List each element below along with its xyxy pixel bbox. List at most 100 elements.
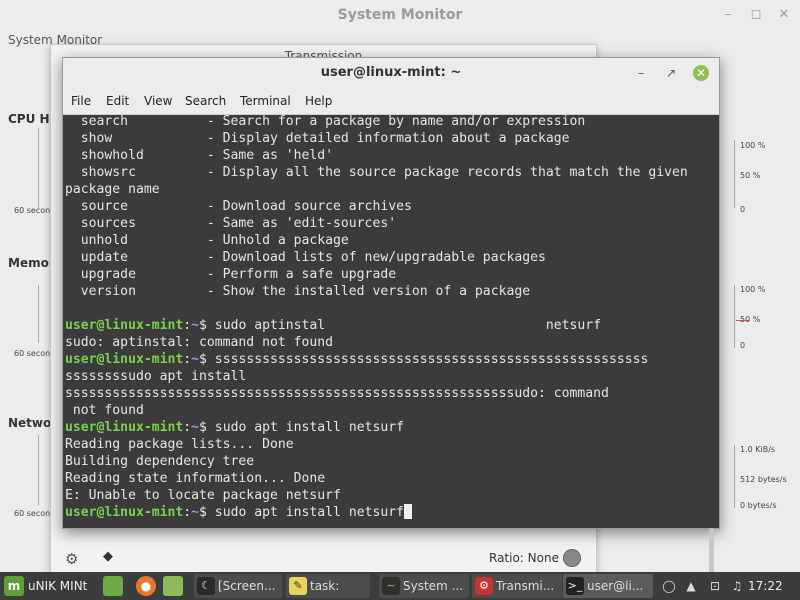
menu-view[interactable]: View xyxy=(144,94,172,108)
close-icon[interactable]: ✕ xyxy=(776,7,792,23)
output-text: update - Download lists of new/upgradabl… xyxy=(65,250,546,265)
output-text: not found xyxy=(65,403,144,418)
memory-graph-right xyxy=(722,285,735,348)
prompt-path: ~ xyxy=(191,505,200,520)
taskbar-item-terminal-label: user@li... xyxy=(587,579,644,593)
menu-terminal[interactable]: Terminal xyxy=(240,94,291,108)
terminal-line: unhold - Unhold a package xyxy=(65,232,349,249)
cpu-graph-right xyxy=(722,140,735,208)
taskbar-item-transmission[interactable]: ⚙ Transmi... xyxy=(472,574,562,598)
ratio-label: Ratio: None xyxy=(489,551,559,565)
network-icon[interactable]: ⊡ xyxy=(706,577,724,595)
terminal-window: user@linux-mint: ~ – ↗ ✕ File Edit View … xyxy=(62,57,720,580)
volume-icon[interactable]: ♫ xyxy=(728,577,746,595)
output-text: Reading state information... Done xyxy=(65,471,326,486)
prompt-separator: : xyxy=(183,352,192,367)
command-text: sudo apt install netsurf xyxy=(206,505,404,520)
mint-logo-icon: m xyxy=(4,576,24,596)
output-text: sudo: aptinstal: command not found xyxy=(65,335,334,350)
taskbar-item-terminal[interactable]: >_ user@li... xyxy=(563,574,653,598)
clock[interactable]: 17:22 xyxy=(748,572,783,600)
terminal-line: showsrc - Display all the source package… xyxy=(65,164,688,181)
output-text: ssssssssudo apt install xyxy=(65,369,247,384)
terminal-line: E: Unable to locate package netsurf xyxy=(65,487,341,504)
terminal-line: showhold - Same as 'held' xyxy=(65,147,333,164)
terminal-line: ssssssssudo apt install xyxy=(65,368,246,385)
menu-file[interactable]: File xyxy=(71,94,91,108)
output-text: showsrc - Display all the source package… xyxy=(65,165,688,180)
output-text: search - Search for a package by name an… xyxy=(65,115,586,129)
prompt-user: user@linux-mint xyxy=(65,318,184,333)
output-text: showhold - Same as 'held' xyxy=(65,148,334,163)
taskbar-item-transmission-label: Transmi... xyxy=(496,579,555,593)
prompt-dollar: $ xyxy=(199,420,207,435)
taskbar-item-system-monitor[interactable]: ∼ System ... xyxy=(379,574,469,598)
terminal-line: sources - Same as 'edit-sources' xyxy=(65,215,396,232)
prompt-dollar: $ xyxy=(199,505,207,520)
screenshot-icon: ☾ xyxy=(197,577,215,595)
terminal-line: sudo: aptinstal: command not found xyxy=(65,334,333,351)
terminal-line: package name xyxy=(65,181,160,198)
command-text: ssssssssssssssssssssssssssssssssssssssss… xyxy=(206,352,649,367)
prompt-user: user@linux-mint xyxy=(65,505,184,520)
preferences-gear-icon[interactable]: ⚙ xyxy=(65,550,78,568)
terminal-restore-icon[interactable]: ↗ xyxy=(663,65,679,81)
network-graph xyxy=(38,435,47,505)
prompt-separator: : xyxy=(183,420,192,435)
terminal-output[interactable]: search - Search for a package by name an… xyxy=(63,115,711,526)
cpu-graph xyxy=(38,128,47,208)
turtle-speed-icon[interactable]: ◆ xyxy=(103,549,113,564)
terminal-line: search - Search for a package by name an… xyxy=(65,115,586,130)
terminal-prompt-line: user@linux-mint:~$ sudo apt install nets… xyxy=(65,419,404,436)
network-scale-max: 1.0 KiB/s xyxy=(740,445,776,454)
transmission-statusbar: ⚙ ◆ Ratio: None xyxy=(51,543,596,573)
prompt-user: user@linux-mint xyxy=(65,352,184,367)
firefox-icon[interactable]: ● xyxy=(136,576,156,596)
prompt-separator: : xyxy=(183,505,192,520)
update-manager-icon[interactable]: ▲ xyxy=(682,577,700,595)
menu-search[interactable]: Search xyxy=(185,94,226,108)
taskbar-item-screenshot[interactable]: ☾ [Screen... xyxy=(194,574,282,598)
terminal-minimize-icon[interactable]: – xyxy=(633,65,649,81)
output-text: show - Display detailed information abou… xyxy=(65,131,570,146)
memory-time-label: 60 secon xyxy=(14,349,51,358)
command-text: sudo apt install netsurf xyxy=(206,420,404,435)
menu-edit[interactable]: Edit xyxy=(106,94,129,108)
network-scale-min: 0 bytes/s xyxy=(740,501,777,510)
prompt-user: user@linux-mint xyxy=(65,420,184,435)
terminal-titlebar[interactable]: user@linux-mint: ~ xyxy=(63,58,719,88)
output-text: E: Unable to locate package netsurf xyxy=(65,488,341,503)
terminal-line: Reading package lists... Done xyxy=(65,436,294,453)
system-monitor-title: System Monitor xyxy=(337,7,463,23)
files-icon[interactable] xyxy=(163,576,183,596)
output-text: upgrade - Perform a safe upgrade xyxy=(65,267,397,282)
taskbar-item-screenshot-label: [Screen... xyxy=(218,579,276,593)
cpu-scale-mid: 50 % xyxy=(740,171,761,180)
memory-usage-line xyxy=(736,320,750,321)
shield-icon[interactable]: ◯ xyxy=(660,577,678,595)
minimize-icon[interactable]: – xyxy=(720,7,736,23)
output-text: unhold - Unhold a package xyxy=(65,233,349,248)
menu-help[interactable]: Help xyxy=(305,94,332,108)
terminal-line: upgrade - Perform a safe upgrade xyxy=(65,266,396,283)
cpu-scale-min: 0 xyxy=(740,205,746,214)
memory-scale-min: 0 xyxy=(740,341,746,350)
cpu-time-label: 60 secon xyxy=(14,206,51,215)
taskbar-item-system-monitor-label: System ... xyxy=(403,579,464,593)
ratio-status-icon[interactable] xyxy=(563,549,581,567)
cpu-history-heading: CPU Hi xyxy=(8,112,54,126)
output-text: source - Download source archives xyxy=(65,199,412,214)
terminal-line: ssssssssssssssssssssssssssssssssssssssss… xyxy=(65,385,609,402)
maximize-icon[interactable]: ◻ xyxy=(748,7,764,23)
output-text: ssssssssssssssssssssssssssssssssssssssss… xyxy=(65,386,609,401)
taskbar-item-task[interactable]: ✎ task: xyxy=(286,574,370,598)
terminal-line: Building dependency tree xyxy=(65,453,254,470)
system-monitor-icon: ∼ xyxy=(382,577,400,595)
network-history-heading: Netwo xyxy=(8,416,52,430)
terminal-line: update - Download lists of new/upgradabl… xyxy=(65,249,546,266)
terminal-close-icon[interactable]: ✕ xyxy=(693,65,709,81)
terminal-line: not found xyxy=(65,402,144,419)
show-desktop-icon[interactable] xyxy=(103,576,123,596)
terminal-title: user@linux-mint: ~ xyxy=(320,65,462,80)
notes-icon: ✎ xyxy=(289,577,307,595)
